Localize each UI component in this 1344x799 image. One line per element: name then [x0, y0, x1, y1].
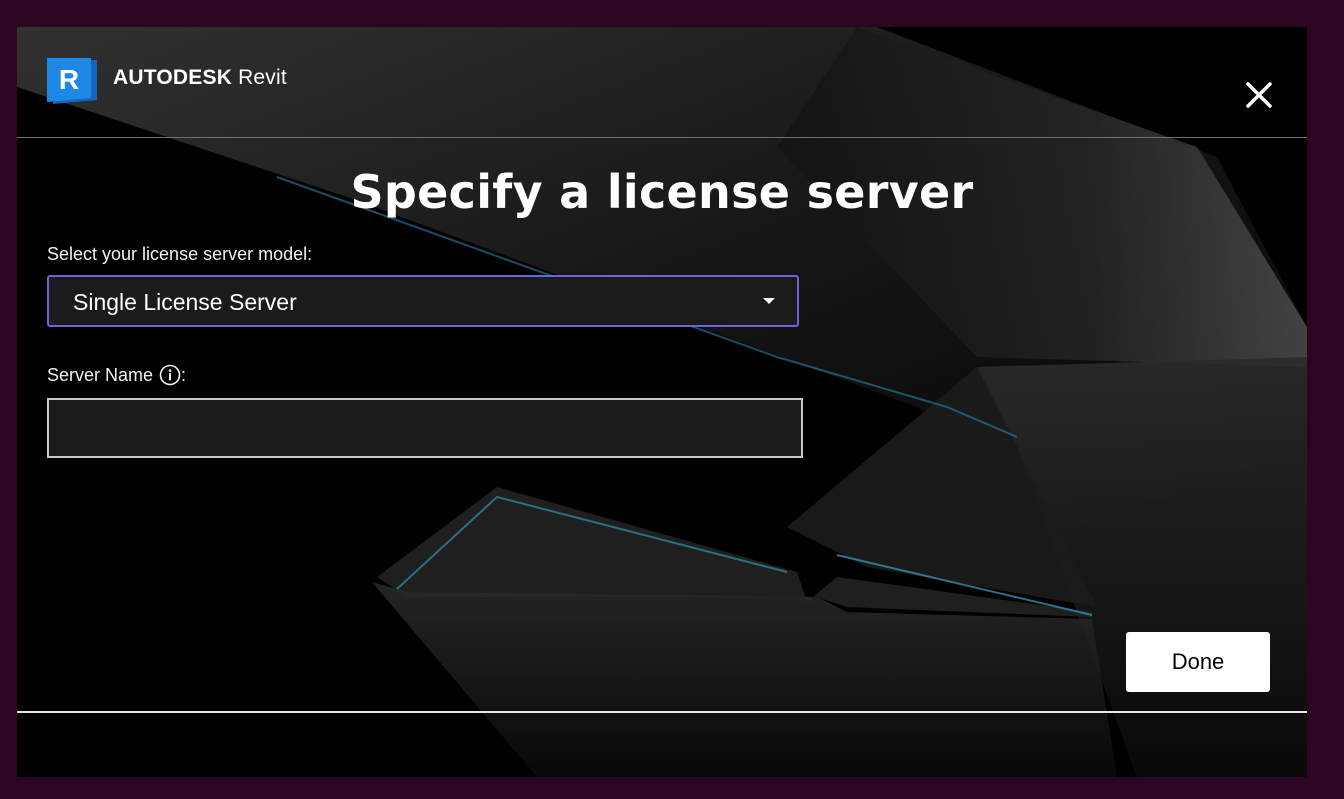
- done-button[interactable]: Done: [1126, 632, 1270, 692]
- logo-letter: R: [59, 64, 79, 95]
- license-model-label: Select your license server model:: [47, 244, 313, 264]
- close-button[interactable]: [1241, 77, 1277, 113]
- revit-logo-icon: R: [47, 58, 97, 104]
- server-name-label-text: Server Name: [47, 364, 154, 385]
- license-model-selected-value: Single License Server: [73, 289, 297, 315]
- chevron-down-icon: [763, 298, 775, 304]
- brand-company: AUTODESK: [113, 66, 233, 89]
- license-model-select[interactable]: Single License Server: [47, 275, 799, 327]
- license-dialog-window: R AUTODESK Revit Specify a license server…: [17, 27, 1307, 777]
- server-name-label: Server Name :: [47, 364, 186, 386]
- footer-divider: [17, 711, 1307, 713]
- server-name-label-suffix: :: [181, 364, 187, 385]
- autodesk-revit-logo: R AUTODESK Revit: [47, 58, 287, 106]
- brand-product: Revit: [238, 66, 287, 89]
- dialog-header: R AUTODESK Revit: [17, 27, 1307, 138]
- server-name-input[interactable]: [47, 398, 803, 458]
- info-icon[interactable]: [159, 364, 181, 386]
- page-title: Specify a license server: [350, 165, 974, 219]
- brand-name: AUTODESK Revit: [113, 66, 287, 90]
- close-icon: [1246, 82, 1272, 108]
